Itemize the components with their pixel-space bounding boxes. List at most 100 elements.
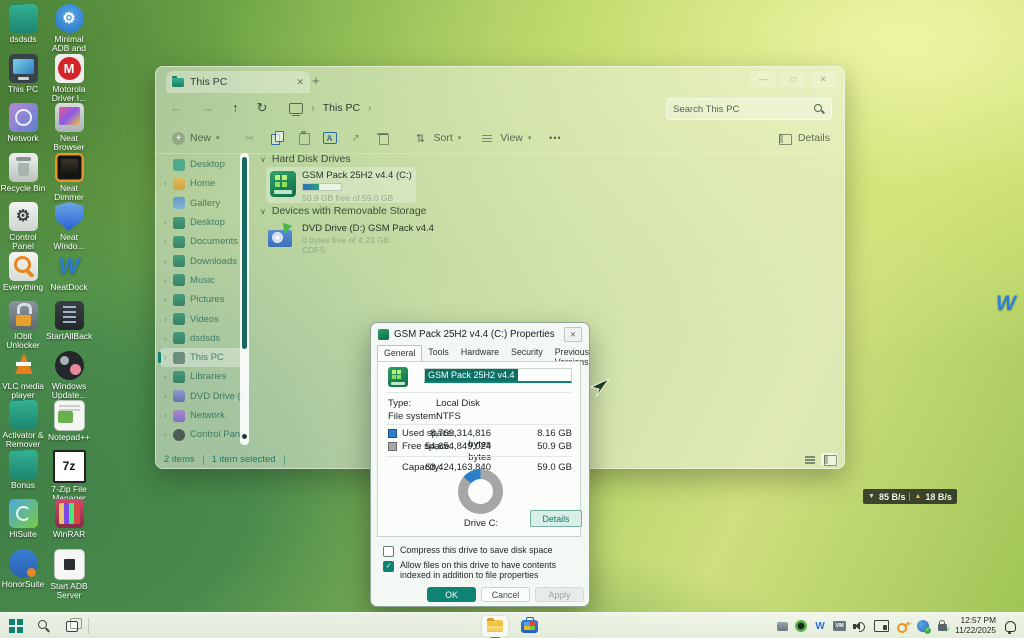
notification-bell-icon[interactable]	[1005, 621, 1016, 632]
up-icon[interactable]: ↑	[232, 100, 239, 116]
desktop-icon[interactable]: Network	[0, 103, 46, 153]
taskbar-clock[interactable]: 12:57 PM 11/22/2025	[955, 616, 996, 636]
cut-icon[interactable]: ✂	[242, 130, 258, 146]
desktop-icon[interactable]: Recycle Bin	[0, 153, 46, 203]
desktop-icon[interactable]: 7z 7-Zip File Manager	[46, 450, 92, 500]
desktop-icon[interactable]: VLC media player	[0, 351, 46, 401]
chevron-icon[interactable]: ›	[164, 411, 173, 420]
dialog-tab[interactable]: Previous Versions	[549, 345, 595, 361]
rename-icon[interactable]: A	[323, 132, 337, 144]
new-tab-button[interactable]: +	[312, 73, 320, 88]
task-view-icon[interactable]	[66, 621, 78, 632]
tray-icon[interactable]: W	[814, 619, 826, 633]
chevron-icon[interactable]: ›	[164, 315, 173, 324]
checkbox[interactable]: ✓	[383, 561, 394, 572]
desktop-icon[interactable]: Windows Update...	[46, 351, 92, 401]
details-button[interactable]: Details	[530, 510, 582, 527]
chevron-icon[interactable]: ›	[164, 179, 173, 188]
dialog-tab[interactable]: General	[377, 345, 422, 362]
dialog-tab[interactable]: Hardware	[455, 345, 505, 361]
back-icon[interactable]: ←	[170, 100, 183, 116]
sidebar-item[interactable]: › Desktop	[160, 213, 244, 232]
sidebar-item[interactable]: › DVD Drive (D:)	[160, 387, 244, 406]
cancel-button[interactable]: Cancel	[481, 587, 530, 602]
chevron-icon[interactable]: ›	[164, 353, 173, 362]
sidebar-item[interactable]: › Network	[160, 406, 244, 425]
sidebar-item[interactable]: › Documents	[160, 232, 244, 251]
desktop-icon[interactable]: StartAllBack	[46, 301, 92, 351]
desktop-icon[interactable]: Neat Browser Download ...	[46, 103, 92, 153]
list-view-icon[interactable]	[801, 453, 818, 466]
dialog-close-icon[interactable]: ✕	[564, 327, 582, 342]
desktop-icon[interactable]: IObit Unlocker	[0, 301, 46, 351]
desktop-icon[interactable]: ⚙ Control Panel	[0, 202, 46, 252]
dialog-tab[interactable]: Tools	[422, 345, 455, 361]
more-options-icon[interactable]: •••	[547, 130, 563, 146]
checkbox-row[interactable]: ✓ Allow files on this drive to have cont…	[383, 560, 581, 580]
breadcrumb-location[interactable]: This PC	[323, 102, 360, 114]
large-icons-view-icon[interactable]	[821, 453, 838, 466]
dvd-drive-item[interactable]: DVD Drive (D:) GSM Pack v4.4 0 bytes fre…	[266, 221, 446, 261]
drive-label-input[interactable]: GSM Pack 25H2 v4.4	[424, 368, 572, 383]
desktop-icon[interactable]: Activator & Remover	[0, 400, 46, 450]
taskbar-search-icon[interactable]	[37, 619, 51, 633]
tray-icon[interactable]	[874, 619, 889, 633]
floating-w-widget[interactable]: W	[996, 292, 1016, 316]
chevron-icon[interactable]: ›	[164, 218, 173, 227]
share-icon[interactable]: ↗	[348, 130, 364, 146]
chevron-icon[interactable]: ›	[164, 334, 173, 343]
details-toggle[interactable]: Details	[777, 130, 830, 146]
scrollbar-down-button[interactable]	[242, 434, 247, 439]
desktop-icon[interactable]: HiSuite	[0, 499, 46, 549]
drive-c-item[interactable]: GSM Pack 25H2 v4.4 (C:) 50.9 GB free of …	[266, 167, 416, 203]
chevron-icon[interactable]: ›	[164, 372, 173, 381]
ok-button[interactable]: OK	[427, 587, 476, 602]
sidebar-item[interactable]: › Downloads	[160, 251, 244, 270]
desktop-icon[interactable]: HonorSuite	[0, 549, 46, 599]
desktop-icon[interactable]: Everything	[0, 252, 46, 302]
tray-icon[interactable]	[896, 619, 910, 633]
sidebar-item[interactable]: › Home	[160, 174, 244, 193]
sidebar-item[interactable]: › Libraries	[160, 367, 244, 386]
group-header-removable[interactable]: ∨ Devices with Removable Storage	[260, 205, 427, 217]
maximize-button[interactable]: □	[780, 71, 806, 87]
desktop-icon[interactable]: Neat Windo...	[46, 202, 92, 252]
desktop-icon[interactable]: Notepad++	[46, 400, 92, 450]
checkbox[interactable]	[383, 546, 394, 557]
search-box[interactable]: Search This PC	[666, 98, 832, 120]
chevron-icon[interactable]: ›	[164, 237, 173, 246]
sidebar-item[interactable]: Gallery	[160, 194, 244, 213]
desktop-icon[interactable]: ⚙ Minimal ADB and Fastboot	[46, 4, 92, 54]
checkbox-row[interactable]: Compress this drive to save disk space	[383, 545, 581, 557]
taskbar-file-explorer-icon[interactable]	[482, 616, 508, 637]
sidebar-item[interactable]: › Control Panel	[160, 425, 244, 444]
close-button[interactable]: ✕	[810, 71, 836, 87]
delete-icon[interactable]	[375, 130, 391, 146]
refresh-icon[interactable]: ↻	[257, 100, 268, 116]
sidebar-item[interactable]: › Music	[160, 271, 244, 290]
chevron-icon[interactable]: ›	[164, 430, 173, 439]
tray-icon[interactable]	[853, 619, 867, 633]
desktop-icon[interactable]: Bonus	[0, 450, 46, 500]
chevron-icon[interactable]: ›	[164, 257, 173, 266]
scrollbar-thumb[interactable]	[242, 157, 247, 349]
apply-button[interactable]: Apply	[535, 587, 584, 602]
sidebar-scrollbar[interactable]	[240, 153, 249, 445]
desktop-icon[interactable]: Neat Dimmer Screen v1.0	[46, 153, 92, 203]
desktop-icon[interactable]: M Motorola Driver I...	[46, 54, 92, 104]
explorer-tab-this-pc[interactable]: This PC ✕	[166, 71, 310, 93]
paste-icon[interactable]	[296, 130, 312, 146]
desktop-icon[interactable]: W NeatDock	[46, 252, 92, 302]
view-button[interactable]: View ▾	[479, 130, 531, 146]
sidebar-item[interactable]: › Pictures	[160, 290, 244, 309]
tray-icon[interactable]	[936, 619, 948, 633]
group-header-hard-disks[interactable]: ∨ Hard Disk Drives	[260, 153, 838, 165]
desktop-icon[interactable]: This PC	[0, 54, 46, 104]
new-button[interactable]: + New ▾	[172, 132, 220, 145]
sidebar-item[interactable]: › dsdsds	[160, 329, 244, 348]
search-icon[interactable]	[813, 103, 825, 115]
tray-icon[interactable]	[795, 619, 807, 633]
chevron-icon[interactable]: ›	[164, 392, 173, 401]
forward-icon[interactable]: →	[201, 100, 214, 116]
sort-button[interactable]: ⇅ Sort ▾	[413, 130, 462, 146]
